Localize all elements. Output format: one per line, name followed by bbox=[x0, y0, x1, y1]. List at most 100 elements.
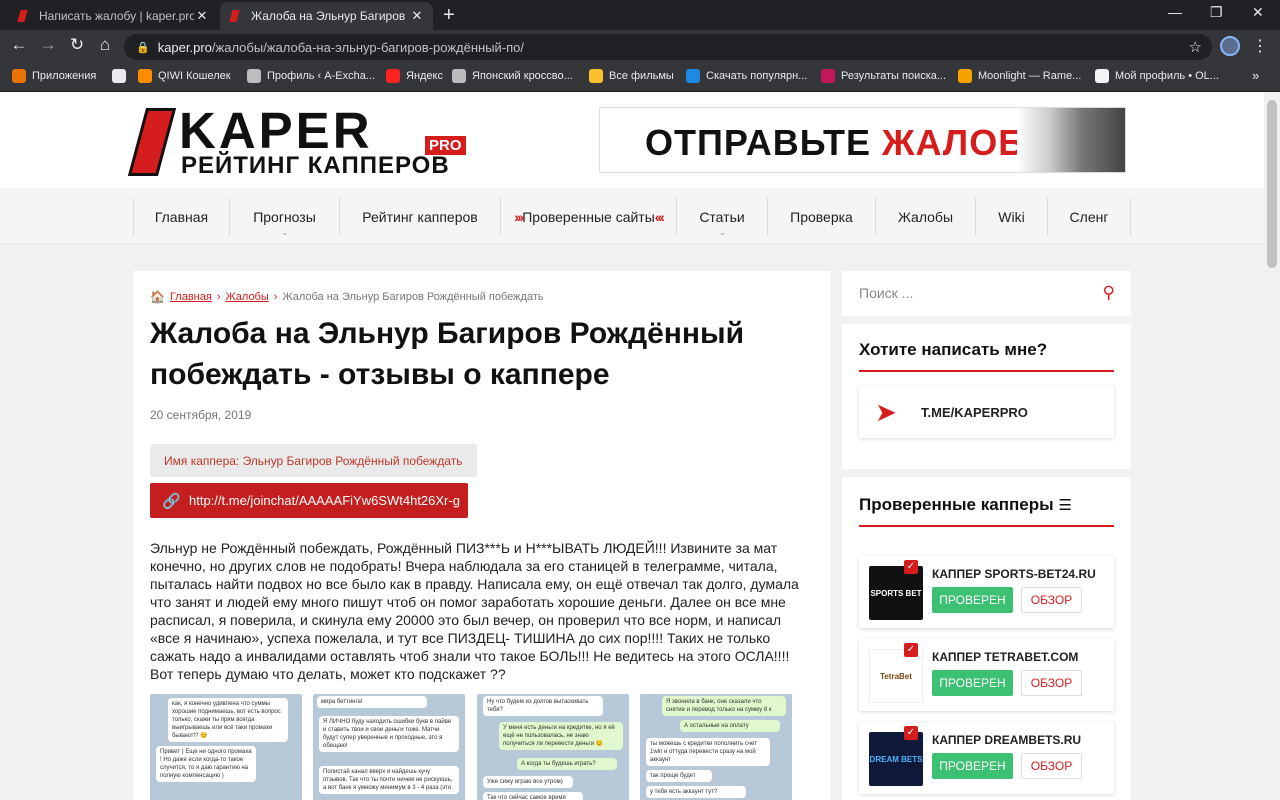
browser-menu-icon[interactable]: ⋮ bbox=[1252, 36, 1268, 56]
bookmark-item[interactable]: Все фильмы bbox=[589, 69, 674, 83]
new-tab-button[interactable]: + bbox=[443, 4, 455, 27]
bookmark-item[interactable]: QIWI Кошелек bbox=[138, 69, 231, 83]
nav-item[interactable]: ››› Проверенные сайты ‹‹‹ bbox=[500, 198, 676, 236]
nav-item[interactable]: Жалобы bbox=[875, 198, 975, 236]
checklist-icon: ☰ bbox=[1058, 497, 1072, 514]
contact-title: Хотите написать мне? bbox=[859, 340, 1114, 372]
bookmark-item[interactable]: Яндекс bbox=[386, 69, 443, 83]
more-bookmarks-icon[interactable]: » bbox=[1252, 68, 1259, 83]
back-button[interactable]: ← bbox=[8, 35, 30, 55]
page-scrollbar[interactable] bbox=[1264, 92, 1280, 800]
bookmark-item[interactable]: Мой профиль • OL... bbox=[1095, 69, 1219, 83]
bookmark-item[interactable]: Скачать популярн... bbox=[686, 69, 807, 83]
bookmark-item[interactable] bbox=[112, 69, 132, 83]
nav-label: Рейтинг капперов bbox=[362, 209, 478, 225]
nav-label: Жалобы bbox=[897, 209, 954, 225]
tab-close-icon[interactable]: ✕ bbox=[194, 8, 210, 24]
bookmark-label: Результаты поиска... bbox=[841, 70, 947, 82]
nav-label: Сленг bbox=[1069, 209, 1109, 225]
chat-bubble: Ну что будем из долгов вытаскивать тебя? bbox=[483, 696, 603, 716]
search-box[interactable]: Поиск ... ⚲ bbox=[842, 271, 1131, 316]
send-complaint-banner[interactable]: ОТПРАВЬТЕ ЖАЛОБУ bbox=[599, 107, 1126, 173]
tab-complaint-form[interactable]: Написать жалобу | kaper.pro - р ✕ bbox=[8, 2, 218, 30]
breadcrumb-current: Жалоба на Эльнур Багиров Рождённый побеж… bbox=[282, 291, 544, 303]
scrollbar-thumb[interactable] bbox=[1267, 100, 1277, 268]
nav-item[interactable]: Сленг bbox=[1047, 198, 1131, 236]
apps-grid-icon bbox=[12, 69, 26, 83]
restore-button[interactable]: ❐ bbox=[1210, 4, 1223, 21]
bookmark-item[interactable]: Профиль ‹ A-Excha... bbox=[247, 69, 375, 83]
chat-screenshot[interactable]: мира беттинга! Я ЛИЧНО буду находить ошиб… bbox=[313, 694, 465, 800]
chat-bubble: так проще будет bbox=[646, 770, 712, 782]
breadcrumb-separator-icon: › bbox=[216, 291, 221, 303]
verified-capper-item[interactable]: DREAM BETS ✓ КАППЕР DREAMBETS.RU ПРОВЕРЕН ОБ… bbox=[859, 722, 1114, 794]
window-close-button[interactable]: ✕ bbox=[1252, 4, 1264, 21]
globe-icon bbox=[112, 69, 126, 83]
verified-cappers-widget: Проверенные капперы ☰ SPORTS BET ✓ КАППЕР … bbox=[842, 477, 1131, 800]
minimize-button[interactable]: — bbox=[1168, 4, 1182, 20]
nav-item[interactable]: Главная bbox=[133, 198, 229, 236]
verified-title: Проверенные капперы ☰ bbox=[859, 495, 1114, 527]
address-bar[interactable]: 🔒 kaper.pro/жалобы/жалоба-на-эльнур-баги… bbox=[124, 34, 1212, 60]
chat-screenshot[interactable]: как, я конечно удивлена что суммы хороши… bbox=[150, 694, 302, 800]
chat-bubble: А когда ты будешь играть? bbox=[517, 758, 617, 770]
bookmark-label: Профиль ‹ A-Excha... bbox=[267, 70, 376, 82]
verified-button[interactable]: ПРОВЕРЕН bbox=[932, 587, 1013, 613]
tab-complaint-page[interactable]: Жалоба на Эльнур Багиров Рож ✕ bbox=[220, 2, 433, 30]
moonlight-icon bbox=[958, 69, 972, 83]
nav-item[interactable]: Статьи ⌄ bbox=[676, 198, 767, 237]
review-button[interactable]: ОБЗОР bbox=[1021, 670, 1082, 696]
chat-screenshot[interactable]: Ну что будем из долгов вытаскивать тебя?… bbox=[477, 694, 629, 800]
screenshot-gallery: как, я конечно удивлена что суммы хороши… bbox=[150, 694, 795, 800]
chat-bubble: А остальные на оплату bbox=[680, 720, 780, 732]
review-button[interactable]: ОБЗОР bbox=[1021, 753, 1082, 779]
tab-title: Написать жалобу | kaper.pro - р bbox=[39, 9, 194, 23]
lock-icon[interactable]: 🔒 bbox=[136, 41, 150, 54]
capper-name[interactable]: КАППЕР TETRABET.COM bbox=[932, 650, 1078, 664]
telegram-contact-link[interactable]: ➤ T.ME/KAPERPRO bbox=[859, 386, 1114, 438]
reload-button[interactable]: ↻ bbox=[66, 35, 88, 55]
nav-item[interactable]: Прогнозы ⌄ bbox=[229, 198, 339, 237]
browser-chrome: Написать жалобу | kaper.pro - р ✕ Жалоба… bbox=[0, 0, 1280, 92]
forward-button[interactable]: → bbox=[37, 35, 59, 55]
capper-name[interactable]: КАППЕР SPORTS-BET24.RU bbox=[932, 567, 1096, 581]
profile-avatar[interactable] bbox=[1220, 36, 1240, 56]
verified-capper-item[interactable]: TetraBet ✓ КАППЕР TETRABET.COM ПРОВЕРЕН ОБЗО… bbox=[859, 639, 1114, 711]
nav-item[interactable]: Проверка bbox=[767, 198, 875, 236]
capper-name[interactable]: КАППЕР DREAMBETS.RU bbox=[932, 733, 1081, 747]
telegram-plane-icon: ➤ bbox=[875, 397, 897, 427]
chevron-down-icon: ⌄ bbox=[281, 228, 289, 237]
breadcrumb-home[interactable]: Главная bbox=[170, 291, 212, 303]
browser-toolbar: ← → ↻ ⌂ 🔒 kaper.pro/жалобы/жалоба-на-эль… bbox=[0, 30, 1280, 62]
verified-capper-item[interactable]: SPORTS BET ✓ КАППЕР SPORTS-BET24.RU ПРОВЕРЕ… bbox=[859, 556, 1114, 628]
bookmark-item[interactable]: Результаты поиска... bbox=[821, 69, 946, 83]
tab-close-icon[interactable]: ✕ bbox=[409, 8, 425, 24]
bookmark-star-icon[interactable]: ☆ bbox=[1189, 38, 1202, 56]
capper-name-badge: Имя каппера: Эльнур Багиров Рождённый по… bbox=[150, 444, 477, 477]
bookmark-item[interactable]: Moonlight — Rame... bbox=[958, 69, 1081, 83]
chat-screenshot[interactable]: Я звонила в банк, оне сказали что снятие… bbox=[640, 694, 792, 800]
verified-button[interactable]: ПРОВЕРЕН bbox=[932, 670, 1013, 696]
search-input[interactable]: Поиск ... bbox=[859, 285, 913, 301]
kaper-logo[interactable]: KAPER PRO РЕЙТИНГ КАППЕРОВ bbox=[127, 102, 466, 179]
telegram-link-button[interactable]: 🔗 http://t.me/joinchat/AAAAAFiYw6SWt4ht2… bbox=[150, 483, 468, 518]
nav-item[interactable]: Рейтинг капперов bbox=[339, 198, 500, 236]
chat-bubble: у тебя есть аккаунт тут? bbox=[646, 786, 746, 798]
search-icon[interactable]: ⚲ bbox=[1103, 283, 1115, 303]
home-icon[interactable]: 🏠 bbox=[150, 290, 165, 304]
bookmarks-bar: » Приложения QIWI Кошелек Профиль ‹ A-Exch… bbox=[0, 62, 1280, 92]
chat-bubble: как, я конечно удивлена что суммы хороши… bbox=[168, 698, 288, 742]
review-button[interactable]: ОБЗОР bbox=[1021, 587, 1082, 613]
nav-item[interactable]: Wiki bbox=[975, 198, 1047, 236]
breadcrumb-section[interactable]: Жалобы bbox=[226, 291, 269, 303]
chevrons-left-icon: ‹‹‹ bbox=[654, 209, 665, 225]
chat-bubble: У меня есть деньги на кредитке, но я её … bbox=[499, 722, 623, 750]
bookmark-label: Японский кроссво... bbox=[472, 70, 573, 82]
download-icon bbox=[686, 69, 700, 83]
home-button[interactable]: ⌂ bbox=[94, 35, 116, 55]
bookmark-item[interactable]: Приложения bbox=[12, 69, 96, 83]
verified-button[interactable]: ПРОВЕРЕН bbox=[932, 753, 1013, 779]
chat-bubble: ты можешь с кредитки пополнить счет 1win… bbox=[646, 738, 770, 766]
bookmark-item[interactable]: Японский кроссво... bbox=[452, 69, 573, 83]
chevron-down-icon: ⌄ bbox=[719, 228, 726, 237]
